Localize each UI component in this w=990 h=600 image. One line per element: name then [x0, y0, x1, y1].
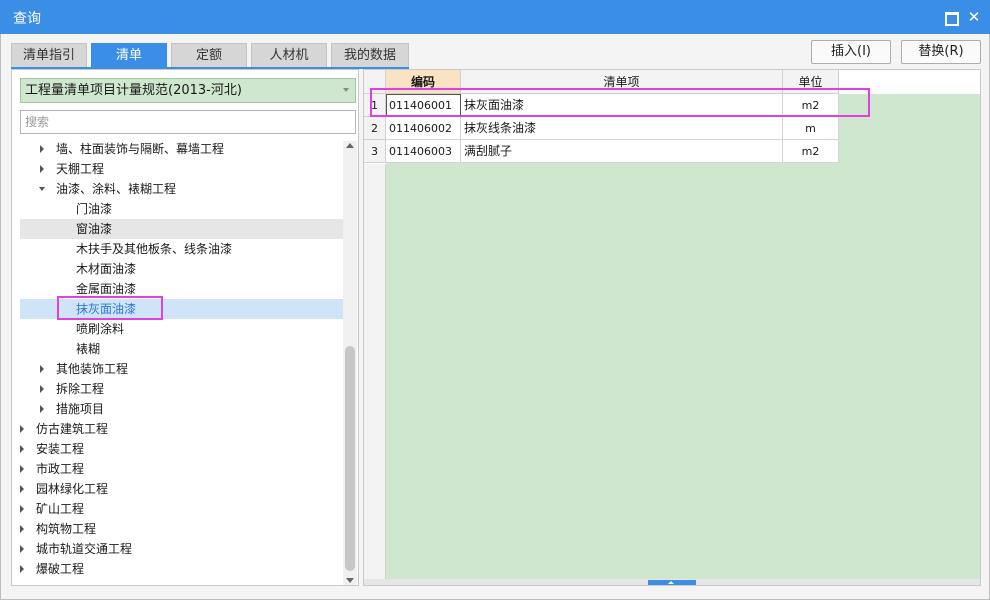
replace-button[interactable]: 替换(R): [901, 40, 981, 64]
table-cell-item[interactable]: 抹灰面油漆: [461, 94, 783, 117]
tree-item[interactable]: 油漆、涂料、裱糊工程: [20, 179, 343, 199]
tree-item[interactable]: 市政工程: [20, 459, 343, 479]
result-grid-panel: 编码 清单项 单位 1 011406001 抹灰面油漆 m2 2 0114060…: [363, 69, 981, 586]
scroll-up-icon[interactable]: [346, 143, 354, 148]
scroll-thumb[interactable]: [345, 346, 355, 571]
category-tree: 墙、柱面装饰与隔断、幕墙工程 天棚工程 油漆、涂料、裱糊工程 门油漆 窗油漆 木…: [13, 139, 343, 585]
table-cell-item[interactable]: 满刮腻子: [461, 140, 783, 163]
tree-item[interactable]: 墙、柱面装饰与隔断、幕墙工程: [20, 139, 343, 159]
caret-right-icon: [20, 425, 24, 433]
search-input[interactable]: [20, 110, 356, 134]
caret-right-icon: [40, 365, 44, 373]
tree-item[interactable]: 裱糊: [20, 339, 343, 359]
spec-dropdown[interactable]: 工程量清单项目计量规范(2013-河北): [20, 78, 356, 103]
tree-item[interactable]: 城市轨道交通工程: [20, 539, 343, 559]
tree-item[interactable]: 仿古建筑工程: [20, 419, 343, 439]
tree-item[interactable]: 矿山工程: [20, 499, 343, 519]
close-icon[interactable]: ✕: [964, 7, 984, 27]
tree-item[interactable]: 其他装饰工程: [20, 359, 343, 379]
tab-qingdan[interactable]: 清单: [91, 43, 167, 67]
table-cell-unit[interactable]: m: [783, 117, 839, 140]
tree-item[interactable]: 拆除工程: [20, 379, 343, 399]
caret-right-icon: [20, 505, 24, 513]
table-cell-code[interactable]: 011406002: [386, 117, 461, 140]
column-header-unit[interactable]: 单位: [783, 70, 839, 94]
tree-item[interactable]: 构筑物工程: [20, 519, 343, 539]
insert-button[interactable]: 插入(I): [811, 40, 891, 64]
tree-item-selected[interactable]: 抹灰面油漆: [20, 299, 343, 319]
caret-down-icon: [39, 187, 45, 191]
table-cell-code[interactable]: 011406001: [386, 94, 461, 117]
table-cell-code[interactable]: 011406003: [386, 140, 461, 163]
tab-dinge[interactable]: 定额: [171, 43, 247, 67]
tab-my-data[interactable]: 我的数据: [331, 43, 409, 67]
caret-right-icon: [20, 525, 24, 533]
dialog-body: 清单指引 清单 定额 人材机 我的数据 插入(I) 替换(R) 工程量清单项目计…: [0, 34, 990, 600]
window-title: 查询: [13, 11, 41, 27]
column-header-item[interactable]: 清单项: [461, 70, 783, 94]
tree-item[interactable]: 园林绿化工程: [20, 479, 343, 499]
tab-rencaiji[interactable]: 人材机: [251, 43, 327, 67]
caret-right-icon: [40, 165, 44, 173]
tree-item[interactable]: 喷刷涂料: [20, 319, 343, 339]
tree-scrollbar[interactable]: [343, 141, 357, 585]
tree-item[interactable]: 门油漆: [20, 199, 343, 219]
tree-panel: 工程量清单项目计量规范(2013-河北) 墙、柱面装饰与隔断、幕墙工程 天棚工程…: [11, 69, 359, 586]
tree-item[interactable]: 天棚工程: [20, 159, 343, 179]
spec-dropdown-value: 工程量清单项目计量规范(2013-河北): [25, 83, 242, 98]
table-cell-item[interactable]: 抹灰线条油漆: [461, 117, 783, 140]
column-header-code[interactable]: 编码: [386, 70, 461, 94]
scroll-down-icon[interactable]: [346, 578, 354, 583]
chevron-down-icon: [343, 88, 349, 92]
caret-right-icon: [20, 445, 24, 453]
tab-qingdan-zhiyin[interactable]: 清单指引: [11, 43, 87, 67]
grid-corner: [364, 70, 386, 94]
tree-item[interactable]: 木材面油漆: [20, 259, 343, 279]
tree-item[interactable]: 爆破工程: [20, 559, 343, 579]
row-gutter: [364, 164, 386, 585]
table-cell-unit[interactable]: m2: [783, 140, 839, 163]
caret-right-icon: [20, 485, 24, 493]
tree-item[interactable]: 窗油漆: [20, 219, 343, 239]
row-number[interactable]: 2: [364, 117, 386, 140]
tree-item[interactable]: 金属面油漆: [20, 279, 343, 299]
table-cell-unit[interactable]: m2: [783, 94, 839, 117]
tree-item[interactable]: 措施项目: [20, 399, 343, 419]
caret-right-icon: [20, 565, 24, 573]
caret-right-icon: [40, 405, 44, 413]
grid-background: [386, 94, 980, 580]
maximize-icon[interactable]: [940, 7, 960, 27]
caret-right-icon: [20, 545, 24, 553]
hscroll-thumb[interactable]: [648, 580, 696, 585]
caret-right-icon: [40, 145, 44, 153]
title-bar: 查询 ✕: [0, 0, 990, 34]
tree-item[interactable]: 安装工程: [20, 439, 343, 459]
row-number[interactable]: 1: [364, 94, 386, 117]
tree-item[interactable]: 木扶手及其他板条、线条油漆: [20, 239, 343, 259]
caret-right-icon: [20, 465, 24, 473]
row-number[interactable]: 3: [364, 140, 386, 163]
caret-right-icon: [40, 385, 44, 393]
